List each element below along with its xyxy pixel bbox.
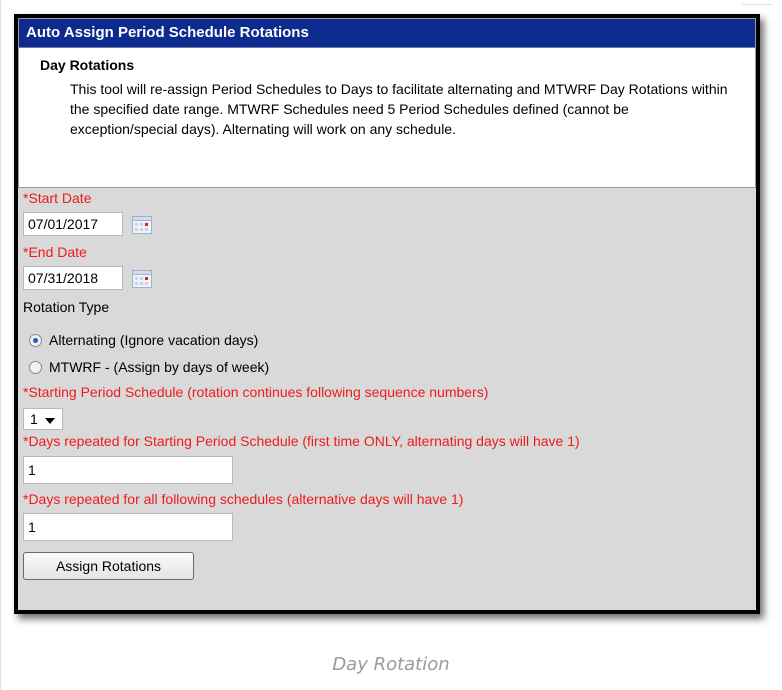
radio-mtwrf[interactable]: MTWRF - (Assign by days of week) xyxy=(29,359,269,375)
page-divider-top xyxy=(742,4,772,5)
section-title: Day Rotations xyxy=(40,57,135,73)
page-divider-left xyxy=(0,0,1,690)
tool-description: This tool will re-assign Period Schedule… xyxy=(70,81,728,137)
screenshot-frame: Auto Assign Period Schedule Rotations Da… xyxy=(14,14,760,614)
radio-label: MTWRF - (Assign by days of week) xyxy=(49,359,270,375)
select-value: 1 xyxy=(30,411,38,427)
radio-alternating[interactable]: Alternating (Ignore vacation days) xyxy=(29,332,258,348)
days-repeated-start-label: *Days repeated for Starting Period Sched… xyxy=(23,433,580,449)
panel-header: Auto Assign Period Schedule Rotations xyxy=(19,19,755,48)
info-panel: Auto Assign Period Schedule Rotations Da… xyxy=(18,18,756,188)
days-repeated-following-input[interactable]: 1 xyxy=(23,513,233,541)
chevron-down-icon xyxy=(45,418,55,424)
end-date-label: *End Date xyxy=(23,244,87,260)
figure-caption: Day Rotation xyxy=(332,654,450,675)
assign-rotations-button[interactable]: Assign Rotations xyxy=(23,552,194,580)
radio-button[interactable] xyxy=(29,360,42,374)
start-date-label: *Start Date xyxy=(23,190,92,206)
radio-button[interactable] xyxy=(29,333,42,347)
calendar-icon[interactable] xyxy=(132,270,152,288)
radio-label: Alternating (Ignore vacation days) xyxy=(49,332,259,348)
starting-schedule-select[interactable]: 1 xyxy=(23,408,63,430)
rotation-type-label: Rotation Type xyxy=(23,299,110,315)
days-repeated-start-input[interactable]: 1 xyxy=(23,456,233,484)
days-repeated-following-label: *Days repeated for all following schedul… xyxy=(23,491,464,507)
start-date-input[interactable]: 07/01/2017 xyxy=(23,212,123,236)
calendar-icon[interactable] xyxy=(132,216,152,234)
starting-schedule-label: *Starting Period Schedule (rotation cont… xyxy=(23,384,489,400)
end-date-input[interactable]: 07/31/2018 xyxy=(23,266,123,290)
